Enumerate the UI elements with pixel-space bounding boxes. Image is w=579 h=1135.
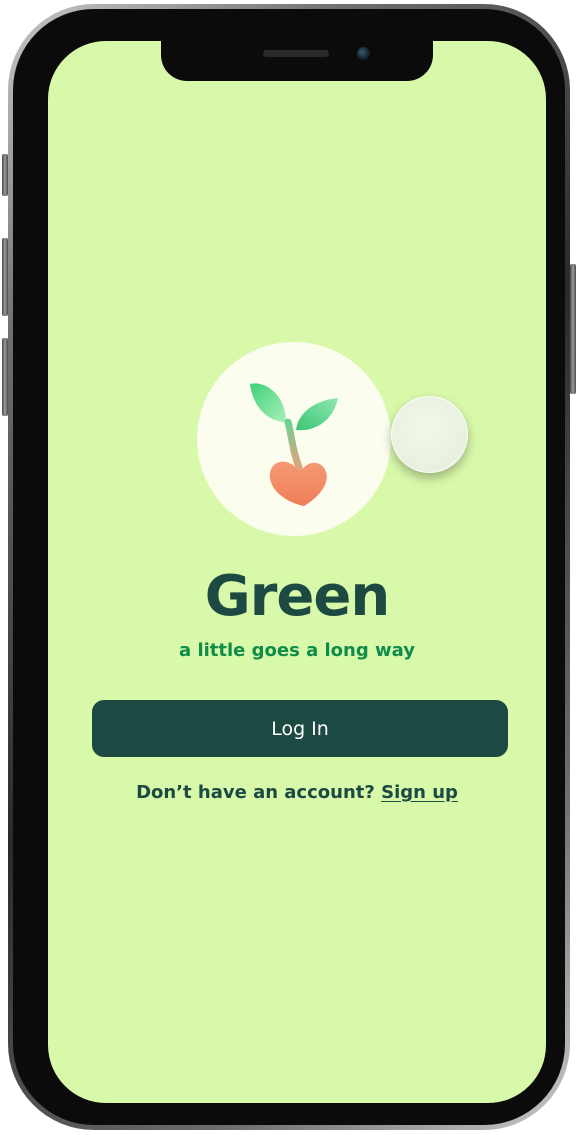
signup-row: Don’t have an account? Sign up xyxy=(48,780,546,806)
login-button[interactable]: Log In xyxy=(92,700,508,757)
app-screen: Green a little goes a long way Log In Do… xyxy=(48,41,546,1103)
notch xyxy=(161,41,433,81)
signup-link[interactable]: Sign up xyxy=(381,782,458,803)
app-tagline: a little goes a long way xyxy=(179,640,415,661)
app-title: Green xyxy=(204,564,390,629)
power-button xyxy=(570,264,576,394)
phone-frame: Green a little goes a long way Log In Do… xyxy=(2,4,576,1130)
signup-prompt: Don’t have an account? xyxy=(136,782,375,803)
speaker-grille xyxy=(263,50,329,57)
volume-up-button xyxy=(2,238,8,316)
mute-switch xyxy=(2,154,8,196)
volume-down-button xyxy=(2,338,8,416)
sprout-heart-icon xyxy=(250,383,338,506)
floating-toggle-button[interactable] xyxy=(391,396,468,473)
front-camera xyxy=(357,47,370,60)
